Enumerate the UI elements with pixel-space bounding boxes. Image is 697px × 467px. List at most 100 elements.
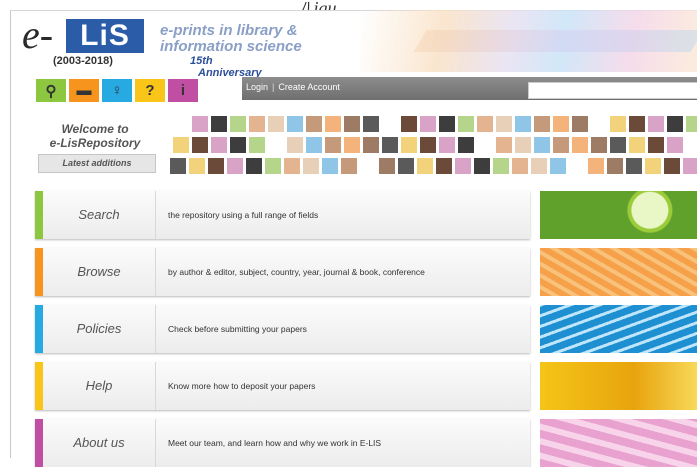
menu-description: Meet our team, and learn how and why we … (168, 438, 382, 448)
welcome-line2: e-LisRepository (49, 136, 141, 150)
contributor-photo (306, 137, 322, 153)
contributor-photo (401, 116, 417, 132)
header-decoration-stripe (413, 30, 697, 52)
contributor-photo (493, 158, 509, 174)
login-link[interactable]: Login (246, 82, 268, 92)
menu-row-policies[interactable]: Policies Check before submitting your pap… (35, 305, 530, 353)
contributor-photo (515, 137, 531, 153)
contributor-photo (629, 116, 645, 132)
latest-additions-button[interactable]: Latest additions (38, 154, 156, 173)
contributor-photo (325, 116, 341, 132)
info-icon[interactable]: i (168, 79, 198, 102)
contributor-photo (344, 116, 360, 132)
contributor-photo (306, 116, 322, 132)
contributor-photo (379, 158, 395, 174)
contributor-photo (211, 137, 227, 153)
contributor-photo (268, 116, 284, 132)
contributor-photo (192, 116, 208, 132)
contributor-photo-grid (170, 116, 697, 176)
key-icon[interactable]: ♀ (102, 79, 132, 102)
contributor-photo (230, 116, 246, 132)
site-logo[interactable]: e- LiS (22, 13, 152, 59)
contributor-photo (192, 137, 208, 153)
logo-prefix: e- (22, 12, 54, 57)
contributor-photo (208, 158, 224, 174)
contributor-photo (322, 158, 338, 174)
contributor-photo (211, 116, 227, 132)
anniversary-label: 15th Anniversary (190, 55, 262, 79)
menu-color-bar (35, 305, 43, 353)
contributor-photo (534, 137, 550, 153)
toolbar-icons: ⚲ ▬ ♀ ? i (36, 79, 198, 102)
menu-description: the repository using a full range of fie… (168, 210, 319, 220)
menu-row-help[interactable]: Help Know more how to deposit your papers (35, 362, 530, 410)
contributor-photo (474, 158, 490, 174)
menu-title[interactable]: About us (43, 419, 156, 467)
menu-description: by author & editor, subject, country, ye… (168, 267, 425, 277)
menu-thumbnail-image (540, 305, 697, 353)
search-input[interactable] (528, 82, 697, 99)
contributor-photo (550, 158, 566, 174)
menu-thumbnail-image (540, 248, 697, 296)
contributor-photo (439, 137, 455, 153)
folder-icon[interactable]: ▬ (69, 79, 99, 102)
contributor-photo (398, 158, 414, 174)
menu-row-browse[interactable]: Browse by author & editor, subject, count… (35, 248, 530, 296)
contributor-photo (227, 158, 243, 174)
help-icon[interactable]: ? (135, 79, 165, 102)
search-icon[interactable]: ⚲ (36, 79, 66, 102)
menu-title[interactable]: Browse (43, 248, 156, 296)
contributor-photo (496, 137, 512, 153)
contributor-photo (249, 116, 265, 132)
contributor-photo (382, 137, 398, 153)
menu-color-bar (35, 248, 43, 296)
menu-row-about-us[interactable]: About us Meet our team, and learn how and… (35, 419, 530, 467)
contributor-photo (401, 137, 417, 153)
contributor-photo (249, 137, 265, 153)
contributor-photo (591, 137, 607, 153)
contributor-photo (667, 116, 683, 132)
contributor-photo (420, 116, 436, 132)
contributor-photo (287, 137, 303, 153)
contributor-photo (189, 158, 205, 174)
contributor-photo (572, 137, 588, 153)
contributor-photo (439, 116, 455, 132)
contributor-photo (455, 158, 471, 174)
menu-description: Know more how to deposit your papers (168, 381, 316, 391)
menu-row-search[interactable]: Search the repository using a full range … (35, 191, 530, 239)
contributor-photo (303, 158, 319, 174)
contributor-photo (420, 137, 436, 153)
contributor-photo (648, 116, 664, 132)
tagline-line1: e-prints in library & (160, 22, 298, 39)
contributor-photo (363, 137, 379, 153)
contributor-photo (458, 137, 474, 153)
contributor-photo (417, 158, 433, 174)
account-links: Login | Create Account (246, 82, 340, 92)
contributor-photo (667, 137, 683, 153)
contributor-photo (610, 137, 626, 153)
logo-years: (2003-2018) (53, 55, 113, 67)
welcome-line1: Welcome to (61, 122, 129, 136)
contributor-photo (515, 116, 531, 132)
contributor-photo (629, 137, 645, 153)
create-account-link[interactable]: Create Account (278, 82, 340, 92)
menu-title[interactable]: Help (43, 362, 156, 410)
site-tagline: e-prints in library & information scienc… (160, 23, 302, 55)
contributor-photo (664, 158, 680, 174)
menu-color-bar (35, 362, 43, 410)
contributor-photo (458, 116, 474, 132)
contributor-photo (363, 116, 379, 132)
contributor-photo (648, 137, 664, 153)
contributor-photo (588, 158, 604, 174)
menu-color-bar (35, 419, 43, 467)
menu-title[interactable]: Policies (43, 305, 156, 353)
tagline-line2: information science (160, 38, 302, 55)
contributor-photo (512, 158, 528, 174)
contributor-photo (553, 116, 569, 132)
contributor-photo (287, 116, 303, 132)
menu-title[interactable]: Search (43, 191, 156, 239)
logo-name: LiS (66, 19, 144, 53)
menu-thumbnail-image (540, 419, 697, 467)
contributor-photo (531, 158, 547, 174)
contributor-photo (246, 158, 262, 174)
